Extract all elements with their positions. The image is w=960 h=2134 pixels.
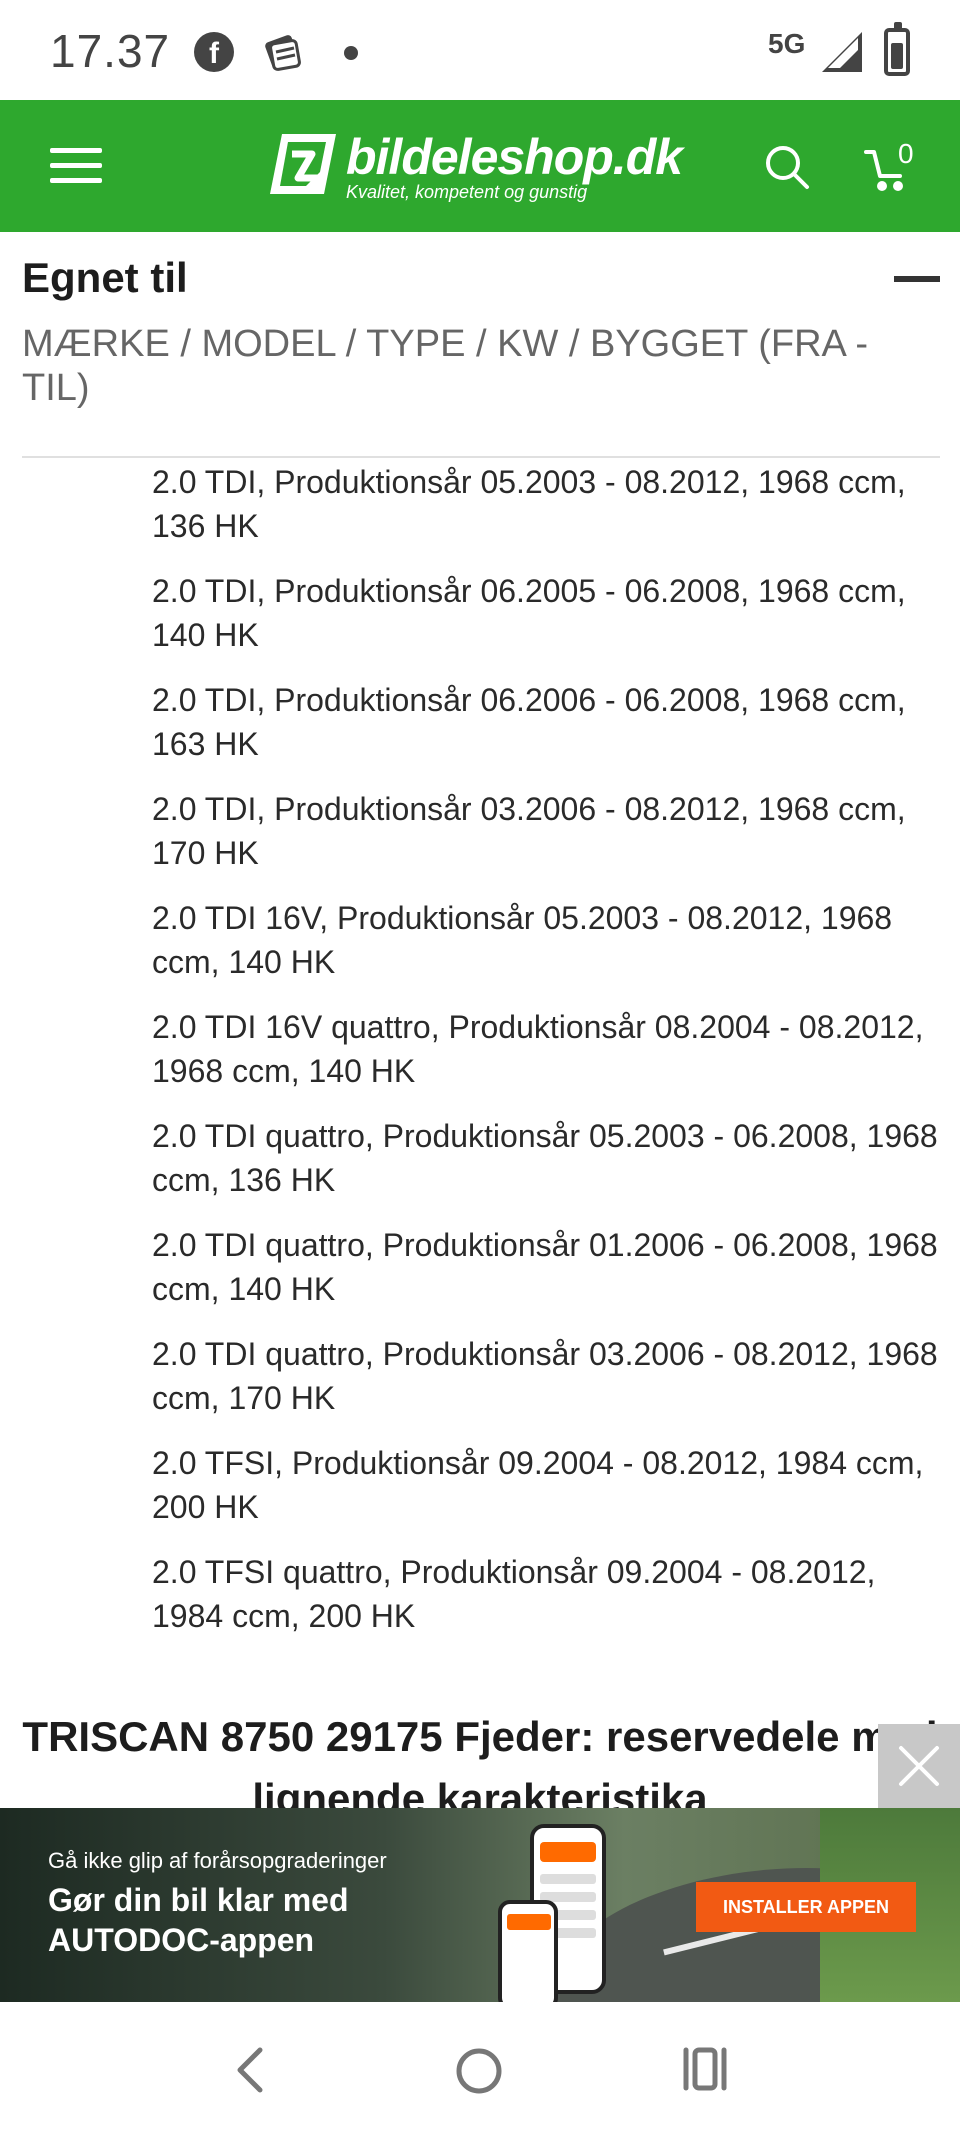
- vehicle-item: 2.0 TDI, Produktionsår 05.2003 - 08.2012…: [152, 464, 906, 544]
- install-app-button[interactable]: INSTALLER APPEN: [696, 1882, 916, 1932]
- cart-count: 0: [898, 138, 914, 169]
- divider: [22, 456, 940, 458]
- columns-label: MÆRKE / MODEL / TYPE / KW / BYGGET (FRA …: [22, 323, 868, 409]
- vehicle-list: 2.0 TDI, Produktionsår 05.2003 - 08.2012…: [152, 460, 942, 1659]
- menu-icon[interactable]: [50, 148, 102, 184]
- ad-headline: Gør din bil klar med AUTODOC-appen: [48, 1882, 349, 1958]
- vehicle-item: 2.0 TDI 16V quattro, Produktionsår 08.20…: [152, 1009, 924, 1089]
- battery-icon: [884, 22, 910, 76]
- logo-name: bildeleshop.dk: [346, 129, 683, 185]
- search-icon[interactable]: [764, 144, 810, 190]
- site-header: bildeleshop.dk Kvalitet, kompetent og gu…: [0, 100, 960, 232]
- stack-icon: [265, 35, 301, 71]
- vehicle-item: 2.0 TDI, Produktionsår 03.2006 - 08.2012…: [152, 791, 906, 871]
- vehicle-item: 2.0 TFSI quattro, Produktionsår 09.2004 …: [152, 1554, 876, 1634]
- vehicle-item: 2.0 TDI 16V, Produktionsår 05.2003 - 08.…: [152, 900, 893, 980]
- status-bar: 17.37 f 5G: [0, 0, 960, 100]
- collapse-icon[interactable]: [894, 276, 940, 282]
- recent-apps-icon[interactable]: [680, 2046, 730, 2092]
- signal-icon: [822, 32, 862, 72]
- ad-small-text: Gå ikke glip af forårsopgraderinger: [48, 1848, 387, 1873]
- network-label: 5G: [768, 28, 806, 59]
- logo-tagline: Kvalitet, kompetent og gunstig: [346, 182, 588, 202]
- phone-image-secondary: [498, 1900, 558, 2002]
- vehicle-item: 2.0 TDI, Produktionsår 06.2006 - 06.2008…: [152, 682, 906, 762]
- close-icon: [899, 1746, 939, 1786]
- vehicle-item: 2.0 TDI quattro, Produktionsår 05.2003 -…: [152, 1118, 938, 1198]
- home-icon[interactable]: [454, 2046, 504, 2096]
- facebook-icon: f: [194, 32, 234, 72]
- system-nav-bar: [0, 2002, 960, 2134]
- status-time: 17.37: [50, 25, 171, 77]
- close-ad-button[interactable]: [878, 1724, 960, 1808]
- vehicle-item: 2.0 TDI, Produktionsår 06.2005 - 06.2008…: [152, 573, 906, 653]
- dot-icon: [344, 46, 358, 60]
- ad-banner[interactable]: Gå ikke glip af forårsopgraderinger Gør …: [0, 1808, 960, 2002]
- site-logo[interactable]: bildeleshop.dk Kvalitet, kompetent og gu…: [268, 128, 698, 208]
- back-icon[interactable]: [232, 2046, 272, 2094]
- vehicle-item: 2.0 TDI quattro, Produktionsår 01.2006 -…: [152, 1227, 938, 1307]
- logo-mark-icon: [270, 134, 336, 194]
- vehicle-item: 2.0 TFSI, Produktionsår 09.2004 - 08.201…: [152, 1445, 924, 1525]
- section-title: Egnet til: [22, 254, 188, 301]
- vehicle-item: 2.0 TDI quattro, Produktionsår 03.2006 -…: [152, 1336, 938, 1416]
